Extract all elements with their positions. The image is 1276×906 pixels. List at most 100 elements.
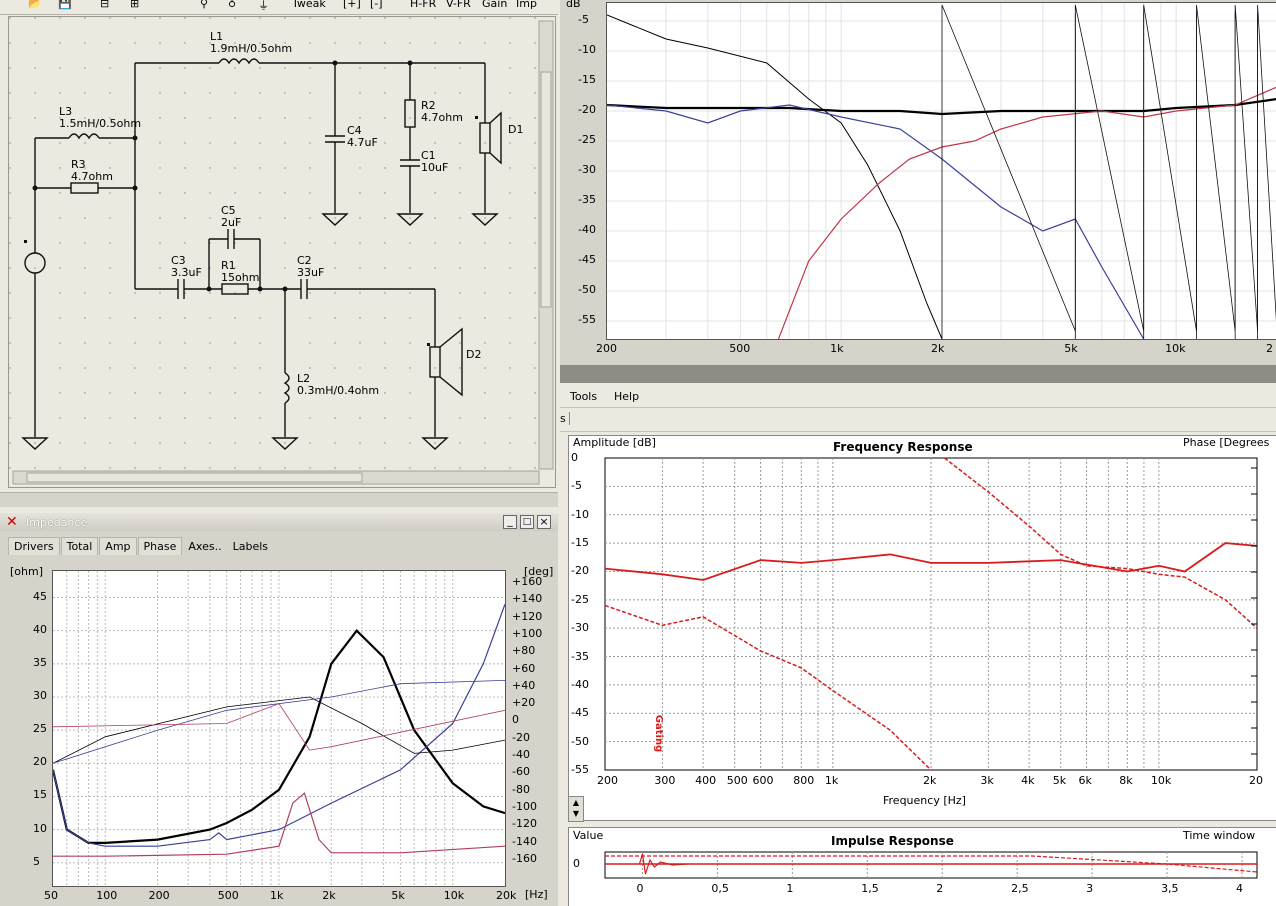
ohm-tick-label: 40 xyxy=(33,622,47,636)
hz-tick-label: 1k xyxy=(270,889,284,902)
y-tick-label: -50 xyxy=(578,283,596,296)
close-icon[interactable]: × xyxy=(537,515,551,529)
status-strip xyxy=(0,492,558,507)
ohm-unit: [ohm] xyxy=(10,565,43,578)
fr-y-tick-label: -35 xyxy=(571,649,589,663)
fr-y-tick-label: -30 xyxy=(571,621,589,635)
maximize-icon[interactable]: □ xyxy=(520,515,534,529)
impulse-x-tick-label: 1,5 xyxy=(861,882,879,895)
tab-drivers[interactable]: Drivers xyxy=(8,537,60,555)
c4-value: 4.7uF xyxy=(347,136,378,149)
x-tick-label: 1k xyxy=(830,342,844,355)
hz-tick-label: 500 xyxy=(217,889,239,902)
tab-phase[interactable]: Phase xyxy=(137,537,183,555)
open-icon[interactable]: 📂 xyxy=(28,0,42,10)
impulse-x-tick-label: 1 xyxy=(786,882,794,895)
component-icon[interactable]: ⊞ xyxy=(130,0,139,10)
measurement-window: Tools Help s Amplitude [dB] Frequency Re… xyxy=(560,383,1276,906)
ground-icon[interactable]: ⏚ xyxy=(258,0,269,13)
window-title: Impedance xyxy=(26,516,88,529)
fr-y-tick-label: -55 xyxy=(571,763,589,776)
v-fr-button[interactable]: V-FR xyxy=(446,0,471,10)
phase-wrap-line xyxy=(1143,4,1197,339)
c5-value: 2uF xyxy=(221,216,242,229)
y-tick-label: -55 xyxy=(578,313,596,326)
r2-value: 4.7ohm xyxy=(421,111,463,124)
fr-chart-container: Amplitude [dB] Frequency Response Phase … xyxy=(568,435,1276,821)
hz-tick-label: 200 xyxy=(148,889,170,902)
probe-icon[interactable]: ⚲ xyxy=(200,0,208,10)
y-unit-label: dB xyxy=(566,0,581,10)
impedance-window: ✕ Impedance _ □ × Drivers Total Amp Phase Ax… xyxy=(0,513,558,906)
impulse-chart-container: Value Impulse Response Time window 0 0 0,5… xyxy=(568,827,1276,906)
tab-total[interactable]: Total xyxy=(60,537,99,555)
fr-y-tick-label: 0 xyxy=(571,451,578,464)
menu-tools[interactable]: Tools xyxy=(570,390,597,403)
zoom-out-button[interactable]: [-] xyxy=(370,0,383,10)
fr-x-tick-label: 20 xyxy=(1249,774,1263,787)
deg-tick-label: -20 xyxy=(512,730,530,744)
fr-y-tick-label: -5 xyxy=(571,479,582,493)
menu-help[interactable]: Help xyxy=(614,390,639,403)
c2-value: 33uF xyxy=(297,266,325,279)
tab-fragment[interactable]: s xyxy=(560,412,570,425)
x-tick-label: 10k xyxy=(1165,342,1186,355)
impulse-plot-area[interactable] xyxy=(604,851,1258,879)
impulse-x-tick-label: 3 xyxy=(1086,882,1094,895)
menu-bar: Tools Help xyxy=(560,383,1276,408)
impedance-plot[interactable] xyxy=(52,570,506,887)
ohm-tick-label: 45 xyxy=(33,589,47,603)
deg-tick-label: +60 xyxy=(512,661,536,675)
deg-tick-label: +40 xyxy=(512,678,536,692)
phase-wrap-line xyxy=(1257,4,1276,339)
imp-button[interactable]: Imp xyxy=(516,0,537,10)
y-tick-label: -35 xyxy=(578,193,596,206)
hz-tick-label: 20k xyxy=(496,889,517,902)
deg-tick-label: +140 xyxy=(512,592,543,606)
driver-fr-window: dB -5 -10 -15 -20 -25 -30 -35 -40 -45 -50 -55 200 50… xyxy=(560,0,1276,365)
fr-x-tick-label: 400 xyxy=(695,774,717,787)
fr-plot-area[interactable] xyxy=(604,457,1258,771)
d2-ref: D2 xyxy=(466,348,482,361)
deg-tick-label: -100 xyxy=(512,799,537,813)
fr-x-tick-label: 6k xyxy=(1078,774,1092,787)
x-tick-label: 500 xyxy=(729,342,751,355)
gating-marker[interactable]: Gating xyxy=(653,715,664,752)
deg-tick-label: -120 xyxy=(512,817,537,831)
y-tick-label: -45 xyxy=(578,253,596,266)
tab-labels[interactable]: Labels xyxy=(228,538,273,555)
impedance-titlebar[interactable]: ✕ Impedance _ □ × xyxy=(0,513,558,531)
deg-tick-label: +20 xyxy=(512,696,536,710)
deg-tick-label: -60 xyxy=(512,765,530,779)
driver-fr-plot[interactable] xyxy=(606,2,1276,340)
y-tick-label: -20 xyxy=(578,103,596,116)
minimize-icon[interactable]: _ xyxy=(503,515,517,529)
fr-y-tick-label: -10 xyxy=(571,507,589,521)
h-fr-button[interactable]: H-FR xyxy=(410,0,436,10)
fr-x-tick-label: 200 xyxy=(597,774,618,787)
scroll-updown-icon[interactable]: ▲ ▼ xyxy=(568,796,584,822)
c3-value: 3.3uF xyxy=(171,266,202,279)
ohm-tick-label: 15 xyxy=(33,788,47,802)
x-tick-label: 2k xyxy=(931,342,945,355)
fr-x-label: Frequency [Hz] xyxy=(883,794,966,807)
gain-button[interactable]: Gain xyxy=(482,0,507,10)
component-icon[interactable]: ⊟ xyxy=(100,0,109,10)
tab-amp[interactable]: Amp xyxy=(99,537,137,555)
deg-tick-label: +80 xyxy=(512,644,536,658)
probe-icon[interactable]: ♁ xyxy=(228,0,236,10)
fr-x-tick-label: 300 xyxy=(654,774,676,787)
deg-tick-label: +160 xyxy=(512,575,543,588)
x-tick-label: 2 xyxy=(1266,342,1273,355)
save-icon[interactable]: 💾 xyxy=(58,0,72,10)
tweak-button[interactable]: Tweak xyxy=(292,0,326,10)
schematic-canvas[interactable]: L1 1.9mH/0.5ohm L3 1.5mH/0.5ohm R3 4.7oh… xyxy=(8,16,556,488)
y-tick-label: -40 xyxy=(578,223,596,236)
tab-strip: s xyxy=(560,409,1276,432)
impulse-x-tick-label: 3,5 xyxy=(1161,882,1179,895)
l2-value: 0.3mH/0.4ohm xyxy=(297,384,380,397)
phase-wrap-line xyxy=(1074,4,1145,339)
tab-axes[interactable]: Axes.. xyxy=(183,538,226,555)
zoom-in-button[interactable]: [+] xyxy=(343,0,361,10)
fr-y-tick-label: -20 xyxy=(571,564,589,578)
